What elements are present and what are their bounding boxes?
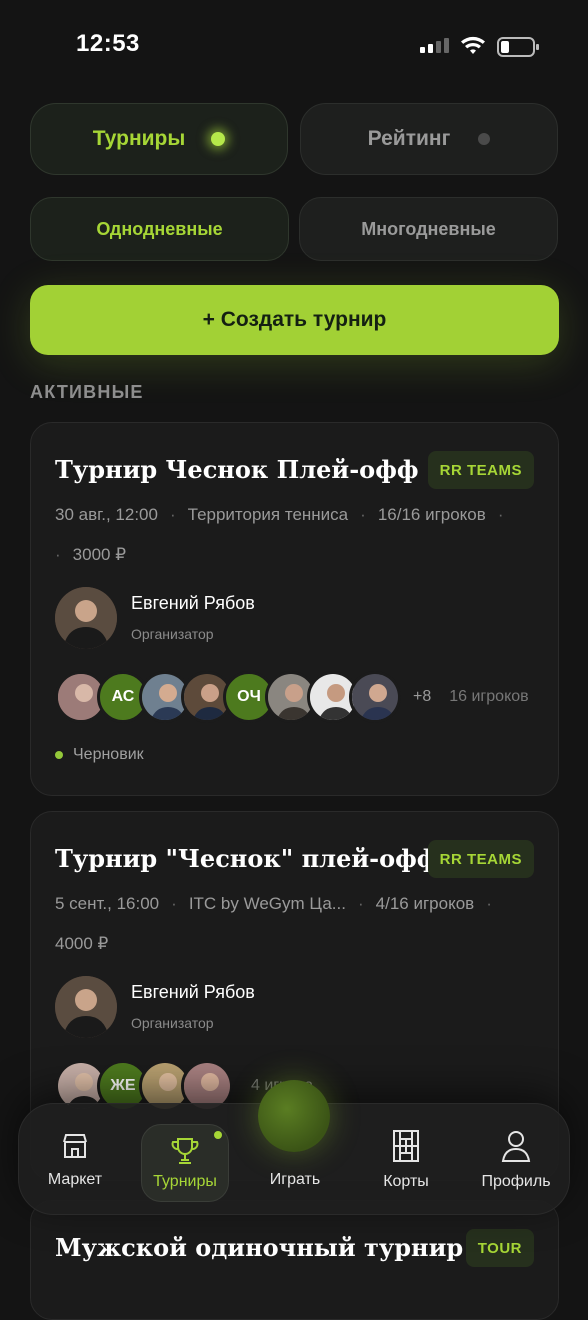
tournament-price: 3000 ₽ [72, 545, 127, 564]
filter-one-day[interactable]: Однодневные [30, 197, 289, 261]
status-time: 12:53 [76, 30, 140, 57]
format-badge: TOUR [465, 1229, 534, 1267]
tournament-location: ITC by WeGym Ца... [188, 894, 346, 913]
tab-rating-label: Рейтинг [367, 127, 451, 150]
organizer-role: Организатор [131, 626, 214, 642]
notification-dot-icon [214, 1131, 222, 1139]
tournament-players: 4/16 игроков [375, 894, 475, 913]
organizer-name: Евгений Рябов [131, 982, 255, 1002]
tournament-title: Турнир "Чеснок" плей-офф [55, 844, 439, 873]
user-icon [501, 1131, 531, 1162]
play-ball-button[interactable] [258, 1080, 330, 1152]
tab-tournaments[interactable]: Турниры [30, 103, 288, 175]
participants-row: АС ОЧ +8 16 игроков [55, 671, 529, 723]
format-badge: RR TEAMS [427, 451, 534, 489]
tournament-meta-2: · 3000 ₽ [55, 545, 127, 564]
nav-market[interactable]: Маркет [25, 1104, 125, 1216]
organizer-name: Евгений Рябов [131, 593, 255, 613]
filter-one-day-label: Однодневные [96, 218, 223, 239]
nav-market-label: Маркет [47, 1171, 103, 1188]
participant-avatar [349, 671, 401, 723]
status-label: Черновик [73, 746, 144, 763]
wifi-icon [460, 36, 486, 61]
filter-multi-day[interactable]: Многодневные [299, 197, 558, 261]
tournament-date: 5 сент., 16:00 [55, 894, 160, 913]
nav-courts-label: Корты [383, 1173, 429, 1190]
court-icon [393, 1130, 419, 1162]
tournament-card[interactable]: Турнир Чеснок Плей-офф RR TEAMS 30 авг.,… [30, 422, 559, 796]
nav-tournaments[interactable]: Турниры [141, 1124, 229, 1202]
inactive-indicator-icon [478, 133, 491, 145]
status-badge: Черновик [55, 746, 144, 764]
nav-courts[interactable]: Корты [356, 1104, 456, 1216]
create-tournament-button[interactable]: + Создать турнир [30, 285, 559, 355]
status-dot-icon [55, 751, 63, 759]
tournament-meta: 5 сент., 16:00 · ITC by WeGym Ца... · 4/16… [55, 894, 492, 913]
active-indicator-icon [211, 132, 226, 146]
nav-tournaments-label: Турниры [153, 1173, 217, 1190]
trophy-icon [171, 1138, 199, 1164]
more-participants: +8 [413, 688, 432, 705]
organizer-avatar [55, 587, 117, 649]
nav-profile-label: Профиль [481, 1173, 551, 1190]
participants-count: 16 игроков [449, 688, 529, 705]
tournament-date: 30 авг., 12:00 [55, 505, 158, 524]
tournament-price: 4000 ₽ [55, 934, 109, 953]
filter-multi-day-label: Многодневные [361, 218, 496, 239]
organizer-role: Организатор [131, 1015, 214, 1031]
tournament-title: Мужской одиночный турнир [55, 1233, 464, 1262]
tournament-price-row: 4000 ₽ [55, 934, 108, 954]
tournament-location: Территория тенниса [187, 505, 349, 524]
tournament-title: Турнир Чеснок Плей-офф [55, 455, 419, 484]
nav-profile[interactable]: Профиль [466, 1104, 566, 1216]
tab-tournaments-label: Турниры [92, 127, 186, 150]
signal-icon [420, 38, 449, 53]
section-active-label: АКТИВНЫЕ [30, 382, 144, 402]
tournament-meta: 30 авг., 12:00 · Территория тенниса · 16/1… [55, 505, 504, 524]
battery-icon [497, 37, 539, 57]
format-badge: RR TEAMS [427, 840, 534, 878]
tournament-card[interactable]: Мужской одиночный турнир TOUR [30, 1200, 559, 1320]
organizer-avatar [55, 976, 117, 1038]
nav-play-label: Играть [269, 1171, 321, 1188]
tournament-players: 16/16 игроков [377, 505, 486, 524]
tab-rating[interactable]: Рейтинг [300, 103, 558, 175]
store-icon [63, 1134, 87, 1158]
